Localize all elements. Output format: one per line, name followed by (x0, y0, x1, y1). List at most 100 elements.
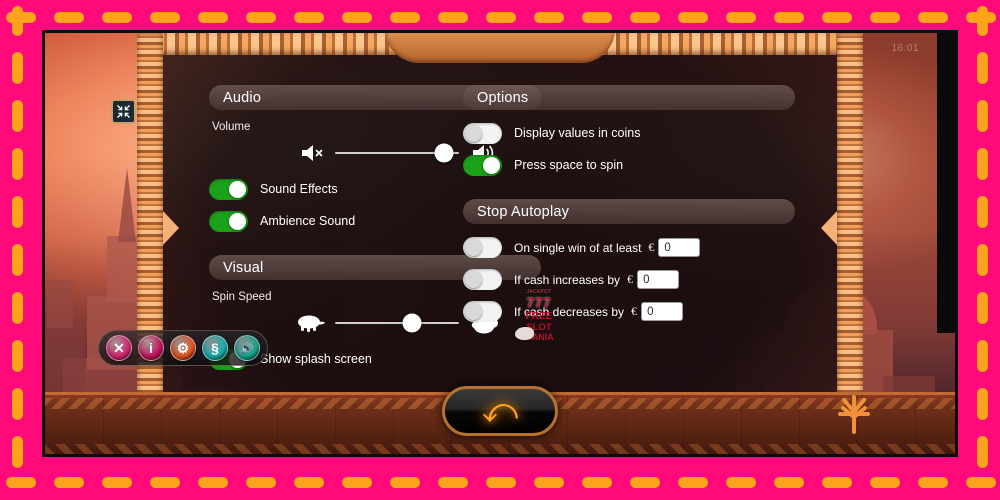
stop-autoplay-header-label: Stop Autoplay (477, 203, 570, 220)
ambience-sound-toggle[interactable] (209, 210, 248, 232)
border-dash (870, 12, 900, 23)
border-dash (12, 438, 23, 468)
frame-top-ornament (137, 33, 863, 63)
sound-button[interactable]: 🔊 (234, 335, 260, 361)
info-button[interactable]: i (138, 335, 164, 361)
turtle-icon[interactable] (292, 312, 326, 334)
border-dash (390, 12, 420, 23)
border-dash (977, 54, 988, 84)
clock-display: 16:01 (891, 43, 919, 54)
border-dash (977, 102, 988, 132)
border-dash (582, 477, 612, 488)
autoplay-single-win-toggle[interactable] (463, 237, 502, 258)
border-dash (12, 150, 23, 180)
border-dash (294, 477, 324, 488)
border-dash (977, 390, 988, 420)
rules-button[interactable]: § (202, 335, 228, 361)
autoplay-single-win-input[interactable]: 0 (658, 238, 701, 257)
options-section-header: Options (463, 85, 795, 110)
border-dash (438, 477, 468, 488)
frame-right-arrow (821, 211, 837, 245)
frame-left-arrow (163, 211, 179, 245)
border-dash (390, 477, 420, 488)
border-dash (977, 148, 988, 178)
border-dash (12, 100, 23, 130)
volume-mute-icon[interactable] (300, 142, 326, 164)
visual-header-label: Visual (223, 259, 264, 276)
settings-panel: Audio Volume Sound Effects Ambience Soun… (195, 85, 805, 384)
border-dash (534, 477, 564, 488)
border-dash (102, 12, 132, 23)
spin-speed-slider-knob[interactable] (402, 313, 422, 333)
border-dash (870, 477, 900, 488)
border-dash (12, 148, 23, 178)
space-to-spin-toggle[interactable] (463, 154, 502, 176)
settings-button[interactable]: ⚙ (170, 335, 196, 361)
currency-symbol: € (648, 240, 655, 254)
display-coins-row[interactable]: Display values in coins (463, 120, 795, 146)
volume-slider-knob[interactable] (434, 143, 454, 163)
border-dash (12, 340, 23, 370)
watermark-line-2: 777 (526, 294, 552, 310)
border-dash (678, 12, 708, 23)
quick-icon-bar: ✕ i ⚙ § 🔊 (98, 330, 268, 366)
border-dash (12, 198, 23, 228)
currency-symbol: € (631, 304, 638, 318)
autoplay-single-win-label: On single win of at least (514, 240, 642, 255)
border-dash (822, 477, 852, 488)
sound-effects-label: Sound Effects (260, 182, 338, 196)
border-dash (12, 436, 23, 466)
autoplay-cash-decrease-input[interactable]: 0 (641, 302, 684, 321)
close-button[interactable]: ✕ (106, 335, 132, 361)
border-dash (977, 196, 988, 226)
display-coins-toggle[interactable] (463, 122, 502, 144)
border-dash (342, 477, 372, 488)
border-dash (977, 388, 988, 418)
exit-fullscreen-icon (117, 105, 130, 118)
ambience-sound-label: Ambience Sound (260, 214, 356, 228)
autoplay-single-win-row[interactable]: On single win of at least € 0 (463, 234, 795, 261)
audio-header-label: Audio (223, 89, 262, 106)
sound-effects-toggle[interactable] (209, 178, 248, 200)
border-dash (918, 477, 948, 488)
border-dash (774, 12, 804, 23)
border-dash (977, 438, 988, 468)
space-to-spin-label: Press space to spin (514, 158, 624, 172)
border-dash (150, 477, 180, 488)
border-dash (12, 294, 23, 324)
border-dash (150, 12, 180, 23)
autoplay-cash-decrease-toggle[interactable] (463, 301, 502, 322)
border-dash (774, 477, 804, 488)
border-dash (438, 12, 468, 23)
border-dash (918, 12, 948, 23)
border-dash (198, 12, 228, 23)
border-dash (977, 340, 988, 370)
border-dash (678, 477, 708, 488)
autoplay-cash-increase-toggle[interactable] (463, 269, 502, 290)
border-dash (630, 477, 660, 488)
border-dash (977, 436, 988, 466)
spin-speed-slider-track[interactable] (335, 313, 459, 333)
back-button[interactable]: ⤺ (442, 386, 558, 436)
autoplay-cash-increase-input[interactable]: 0 (637, 270, 680, 289)
border-dash (102, 477, 132, 488)
border-dash (12, 52, 23, 82)
border-dash (12, 388, 23, 418)
currency-symbol: € (627, 272, 634, 286)
stop-autoplay-section-header: Stop Autoplay (463, 199, 795, 224)
border-dash (630, 12, 660, 23)
border-dash (977, 198, 988, 228)
border-dash (977, 294, 988, 324)
border-dash (977, 100, 988, 130)
back-arrow-icon: ⤺ (481, 391, 519, 430)
options-header-label: Options (477, 89, 529, 106)
border-dash (977, 52, 988, 82)
exit-fullscreen-button[interactable] (111, 99, 136, 124)
border-dash (294, 12, 324, 23)
border-dash (198, 477, 228, 488)
space-to-spin-row[interactable]: Press space to spin (463, 152, 795, 178)
border-dash (246, 12, 276, 23)
border-dash (486, 12, 516, 23)
volume-slider-track[interactable] (335, 143, 459, 163)
game-window: 16:01 Audio Volume Sound Effects Ambienc… (42, 30, 958, 457)
